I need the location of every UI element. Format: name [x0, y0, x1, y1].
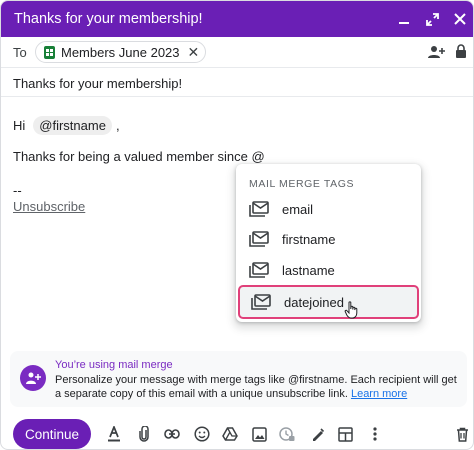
expand-icon[interactable] — [425, 12, 439, 26]
mail-merge-info-banner: You’re using mail merge Personalize your… — [10, 351, 467, 407]
dropdown-header: MAIL MERGE TAGS — [249, 178, 355, 190]
close-icon[interactable] — [453, 12, 467, 26]
drive-icon[interactable] — [222, 426, 238, 442]
recipient-actions — [427, 44, 467, 64]
merge-tag-option-datejoined[interactable]: datejoined — [238, 285, 419, 319]
link-icon[interactable] — [164, 426, 180, 442]
mail-merge-icon — [249, 201, 269, 217]
mail-merge-icon — [249, 231, 269, 247]
compose-title-bar[interactable]: Thanks for your membership! — [1, 1, 473, 37]
continue-button[interactable]: Continue — [13, 419, 91, 449]
merge-tag-option-firstname[interactable]: firstname — [236, 224, 421, 254]
hand-cursor-icon — [344, 301, 358, 319]
mail-merge-avatar — [20, 365, 46, 391]
delete-icon[interactable] — [454, 426, 470, 442]
add-people-icon — [26, 372, 41, 384]
greeting-suffix: , — [115, 118, 120, 133]
compose-title: Thanks for your membership! — [14, 11, 203, 27]
signature-icon[interactable] — [309, 426, 325, 442]
banner-title: You’re using mail merge — [55, 359, 173, 371]
emoji-icon[interactable] — [194, 426, 210, 442]
minimize-icon[interactable] — [397, 12, 411, 26]
add-recipient-icon[interactable] — [427, 45, 445, 64]
unsubscribe-link[interactable]: Unsubscribe — [13, 199, 85, 214]
to-label: To — [13, 45, 27, 60]
recipient-chip[interactable]: Members June 2023 ✕ — [35, 41, 207, 63]
google-sheets-icon — [44, 45, 55, 59]
window-controls — [397, 1, 467, 37]
photo-icon[interactable] — [251, 426, 267, 442]
confidential-mode-icon[interactable] — [279, 426, 295, 442]
option-label: firstname — [282, 231, 336, 247]
merge-tag-option-lastname[interactable]: lastname — [236, 255, 421, 285]
divider — [1, 67, 473, 68]
format-text-icon[interactable] — [106, 426, 122, 442]
option-label: lastname — [282, 262, 335, 278]
subject-field[interactable]: Thanks for your membership! — [13, 76, 182, 91]
recipient-chip-label: Members June 2023 — [61, 44, 180, 60]
merge-tag-chip[interactable]: @firstname — [33, 116, 112, 135]
body-text-line[interactable]: Thanks for being a valued member since @ — [13, 149, 265, 164]
compose-window: Thanks for your membership! To Members J… — [0, 0, 474, 450]
learn-more-link[interactable]: Learn more — [351, 388, 407, 400]
greeting-prefix: Hi — [13, 118, 26, 133]
greeting-line[interactable]: Hi @firstname , — [13, 116, 120, 135]
banner-description: Personalize your message with merge tags… — [55, 373, 460, 401]
lock-icon[interactable] — [455, 44, 467, 64]
divider — [1, 96, 473, 97]
more-options-icon[interactable] — [367, 426, 383, 442]
remove-recipient-icon[interactable]: ✕ — [188, 45, 200, 59]
mail-merge-icon — [251, 294, 271, 310]
recipients-row: To Members June 2023 ✕ — [1, 37, 473, 67]
merge-tag-option-email[interactable]: email — [236, 194, 421, 224]
merge-tags-dropdown: MAIL MERGE TAGS email firstname lastname… — [236, 164, 421, 322]
layout-icon[interactable] — [337, 426, 353, 442]
mail-merge-icon — [249, 262, 269, 278]
attach-icon[interactable] — [136, 426, 152, 442]
option-label: email — [282, 201, 314, 217]
option-label: datejoined — [284, 294, 344, 310]
signature-separator: -- — [13, 183, 22, 198]
